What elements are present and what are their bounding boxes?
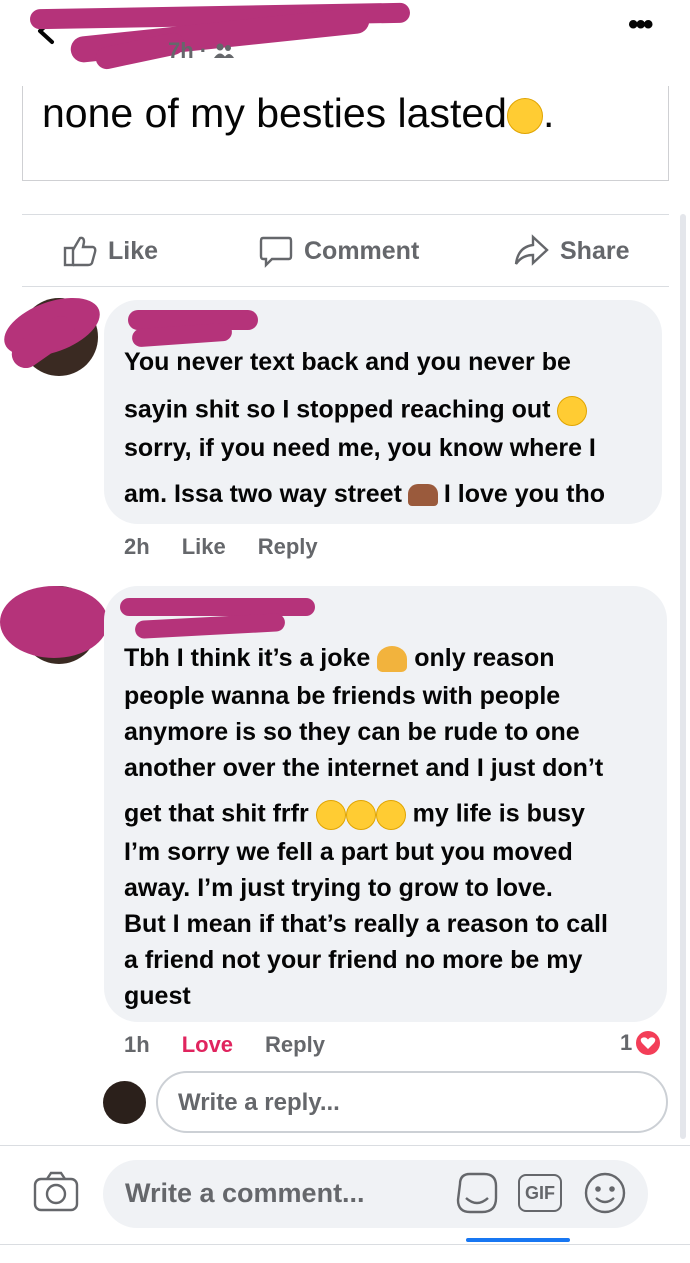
comment-line: guest — [124, 982, 191, 1010]
comment-line: another over the internet and I just don… — [124, 754, 604, 782]
comment-line: sorry, if you need me, you know where I — [124, 434, 596, 462]
scrollbar[interactable] — [680, 214, 686, 1139]
comment-line: I’m sorry we fell a part but you moved — [124, 838, 573, 866]
comment-reply-button[interactable]: Reply — [258, 534, 318, 560]
like-icon — [63, 236, 97, 267]
comment-line: sayin shit so I stopped reaching out — [124, 396, 605, 436]
laughing-emoji-icon — [345, 800, 376, 830]
share-label: Share — [560, 236, 630, 265]
share-button[interactable]: Share — [512, 234, 629, 268]
shrug-emoji-icon — [377, 646, 408, 673]
comment-placeholder: Write a comment... — [125, 1178, 365, 1208]
comment-button[interactable]: Comment — [258, 234, 419, 268]
divider — [22, 286, 669, 287]
post-meta: 7h · — [168, 38, 235, 64]
redacted-commenter-name — [120, 598, 315, 616]
neutral-face-emoji-icon — [557, 396, 588, 426]
like-label: Like — [108, 236, 159, 265]
comment-line: anymore is so they can be rude to one — [124, 718, 580, 746]
emoji-icon[interactable] — [582, 1170, 628, 1221]
sticker-icon[interactable] — [454, 1170, 500, 1221]
divider — [0, 1145, 690, 1146]
comment-time: 2h — [124, 534, 150, 559]
comment-line-text: sayin shit so I stopped reaching out — [124, 395, 551, 424]
post-text-period: . — [542, 90, 555, 136]
redacted-avatar — [0, 586, 108, 658]
camera-icon[interactable] — [32, 1170, 80, 1219]
laughing-emoji-icon — [315, 800, 346, 830]
comment-line: a friend not your friend no more be my — [124, 946, 583, 974]
post-time: 7h · — [168, 38, 208, 63]
comment-line-text: only reason — [414, 644, 555, 672]
reply-placeholder: Write a reply... — [178, 1089, 340, 1116]
like-button[interactable]: Like — [62, 234, 158, 268]
avatar[interactable] — [103, 1081, 146, 1124]
comment-line: away. I’m just trying to grow to love. — [124, 874, 553, 902]
comment-line: am. Issa two way street I love you tho — [124, 482, 605, 522]
post-header: 7h · ••• — [0, 0, 690, 88]
comment-line-text: I love you tho — [443, 480, 606, 508]
comment-line: Tbh I think it’s a joke only reason — [124, 646, 608, 684]
heart-icon — [634, 1029, 663, 1057]
post-text: none of my besties lasted. — [42, 90, 554, 137]
comment-text: You never text back and you never be say… — [124, 350, 605, 522]
comment-line: You never text back and you never be — [124, 348, 571, 376]
divider — [22, 214, 669, 215]
reaction-count: 1 — [620, 1030, 633, 1055]
laughing-emoji-icon — [506, 98, 543, 135]
comment-meta: 2h Like Reply — [124, 534, 318, 560]
tab-indicator — [466, 1238, 570, 1242]
reaction-summary[interactable]: 1 — [620, 1029, 663, 1057]
comment-line: get that shit frfr my life is busy — [124, 800, 608, 840]
friends-icon — [214, 43, 235, 58]
comment-line: people wanna be friends with people — [124, 682, 561, 710]
laughing-emoji-icon — [375, 800, 406, 830]
comment-icon — [259, 236, 293, 268]
comment-line-text: Tbh I think it’s a joke — [124, 644, 371, 672]
post-text-content: none of my besties lasted — [42, 90, 507, 136]
more-icon[interactable]: ••• — [628, 8, 653, 42]
comment-meta: 1h Love Reply — [124, 1032, 325, 1058]
comment-line-text: am. Issa two way street — [124, 480, 402, 508]
share-icon — [514, 234, 549, 266]
comment-line-text: get that shit frfr — [124, 799, 309, 828]
comment-like-button[interactable]: Like — [182, 534, 226, 560]
comment-label: Comment — [304, 236, 420, 265]
comment-time: 1h — [124, 1032, 150, 1057]
comment-line: But I mean if that’s really a reason to … — [124, 910, 608, 938]
comment-line-text: my life is busy — [412, 799, 585, 828]
divider — [0, 1244, 690, 1245]
comment-love-button[interactable]: Love — [182, 1032, 233, 1058]
gif-label: GIF — [525, 1182, 555, 1203]
gif-icon[interactable]: GIF — [518, 1174, 562, 1212]
heart-hands-emoji-icon — [407, 484, 438, 507]
comment-text: Tbh I think it’s a joke only reason peop… — [124, 646, 608, 1020]
comment-reply-button[interactable]: Reply — [265, 1032, 325, 1058]
